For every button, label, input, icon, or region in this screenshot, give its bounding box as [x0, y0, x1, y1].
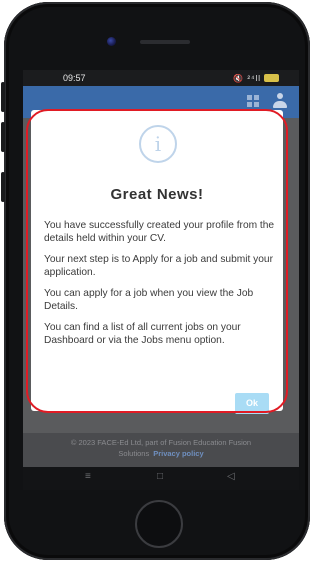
dialog-body: You have successfully created your profi… — [44, 220, 276, 356]
footer-line2: Solutions Privacy policy — [23, 448, 299, 459]
phone-home-button — [135, 500, 183, 548]
ok-button[interactable]: Ok — [235, 393, 269, 414]
footer-solutions: Solutions — [118, 449, 150, 458]
footer: © 2023 FACE-Ed Ltd, part of Fusion Educa… — [23, 433, 299, 467]
volume-up-button — [1, 82, 5, 112]
dialog-paragraph: Your next step is to Apply for a job and… — [44, 254, 273, 278]
menu-icon[interactable]: ≡ — [85, 471, 91, 482]
status-bar: 09:57 🔇 ²⁴ll — [23, 70, 299, 86]
info-icon: i — [139, 125, 177, 163]
front-camera — [107, 37, 116, 46]
status-time: 09:57 — [63, 73, 86, 83]
user-icon[interactable] — [273, 93, 287, 109]
earpiece — [140, 40, 190, 44]
phone-frame: 09:57 🔇 ²⁴ll i Great News! You have succ… — [1, 2, 310, 560]
battery-icon — [264, 74, 279, 82]
android-nav-bar: ≡ □ ◁ — [23, 467, 299, 490]
signal-icon: 🔇 ²⁴ll — [233, 74, 261, 83]
volume-down-button — [1, 122, 5, 152]
back-icon[interactable]: ◁ — [227, 471, 235, 482]
home-icon[interactable]: □ — [157, 471, 163, 482]
dialog-paragraph: You can find a list of all current jobs … — [44, 322, 241, 346]
grid-icon[interactable] — [247, 95, 259, 107]
dialog-paragraph: You have successfully created your profi… — [44, 220, 275, 244]
footer-copyright: © 2023 FACE-Ed Ltd, part of Fusion Educa… — [70, 438, 252, 447]
dialog-title: Great News! — [110, 186, 204, 203]
privacy-policy-link[interactable]: Privacy policy — [153, 449, 203, 458]
great-news-dialog: i Great News! You have successfully crea… — [31, 110, 283, 414]
side-key — [1, 172, 5, 202]
screen: 09:57 🔇 ²⁴ll i Great News! You have succ… — [23, 70, 299, 490]
dialog-paragraph: You can apply for a job when you view th… — [44, 288, 254, 312]
status-icons: 🔇 ²⁴ll — [233, 73, 279, 83]
